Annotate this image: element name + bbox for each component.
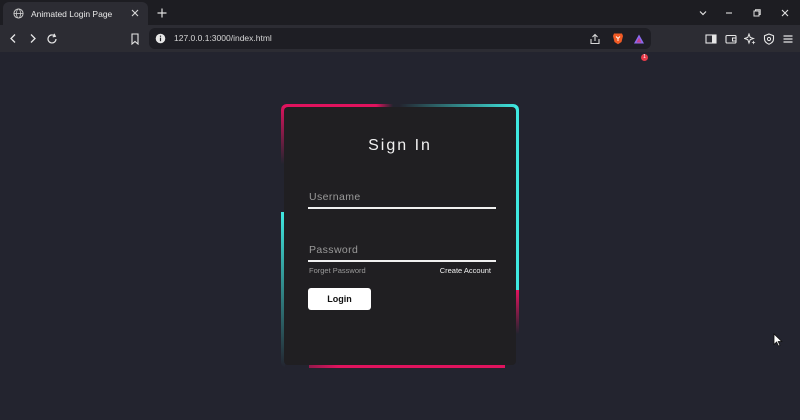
- tab-title: Animated Login Page: [31, 8, 113, 19]
- bookmark-icon[interactable]: [126, 30, 143, 47]
- username-placeholder: Username: [309, 191, 361, 203]
- wallet-icon[interactable]: [722, 30, 739, 47]
- leo-ai-icon[interactable]: [741, 30, 758, 47]
- url-text: 127.0.0.1:3000/index.html: [174, 33, 272, 43]
- login-button[interactable]: Login: [308, 288, 371, 310]
- login-card: Sign In Username Password Forget Passwor…: [284, 107, 516, 365]
- mouse-cursor-icon: [773, 333, 783, 347]
- tab-bar: Animated Login Page: [0, 0, 800, 25]
- sidebar-icon[interactable]: [702, 30, 719, 47]
- browser-toolbar: 127.0.0.1:3000/index.html 1: [0, 25, 800, 61]
- close-tab-icon[interactable]: [128, 6, 142, 20]
- globe-icon: [10, 6, 26, 22]
- reload-icon[interactable]: [43, 30, 60, 47]
- share-icon[interactable]: [586, 30, 603, 47]
- restore-icon[interactable]: [749, 5, 765, 21]
- back-icon[interactable]: [5, 30, 22, 47]
- menu-icon[interactable]: [779, 30, 796, 47]
- brave-shields-icon[interactable]: [609, 30, 626, 47]
- brave-rewards-icon[interactable]: [630, 30, 647, 47]
- new-tab-icon[interactable]: [154, 5, 170, 21]
- address-bar[interactable]: 127.0.0.1:3000/index.html: [149, 28, 651, 49]
- rewards-badge: 1: [641, 54, 648, 61]
- password-placeholder: Password: [309, 244, 359, 256]
- close-window-icon[interactable]: [777, 5, 793, 21]
- browser-tab[interactable]: Animated Login Page: [3, 2, 148, 25]
- username-field[interactable]: Username: [308, 183, 496, 209]
- password-field[interactable]: Password: [308, 236, 496, 262]
- sign-in-title: Sign In: [368, 137, 432, 154]
- vpn-icon[interactable]: [760, 30, 777, 47]
- forget-password-link[interactable]: Forget Password: [309, 266, 366, 275]
- tab-list-chevron-icon[interactable]: [695, 5, 711, 21]
- site-info-icon[interactable]: [152, 30, 169, 47]
- create-account-link[interactable]: Create Account: [440, 266, 491, 275]
- minimize-icon[interactable]: [721, 5, 737, 21]
- forward-icon[interactable]: [24, 30, 41, 47]
